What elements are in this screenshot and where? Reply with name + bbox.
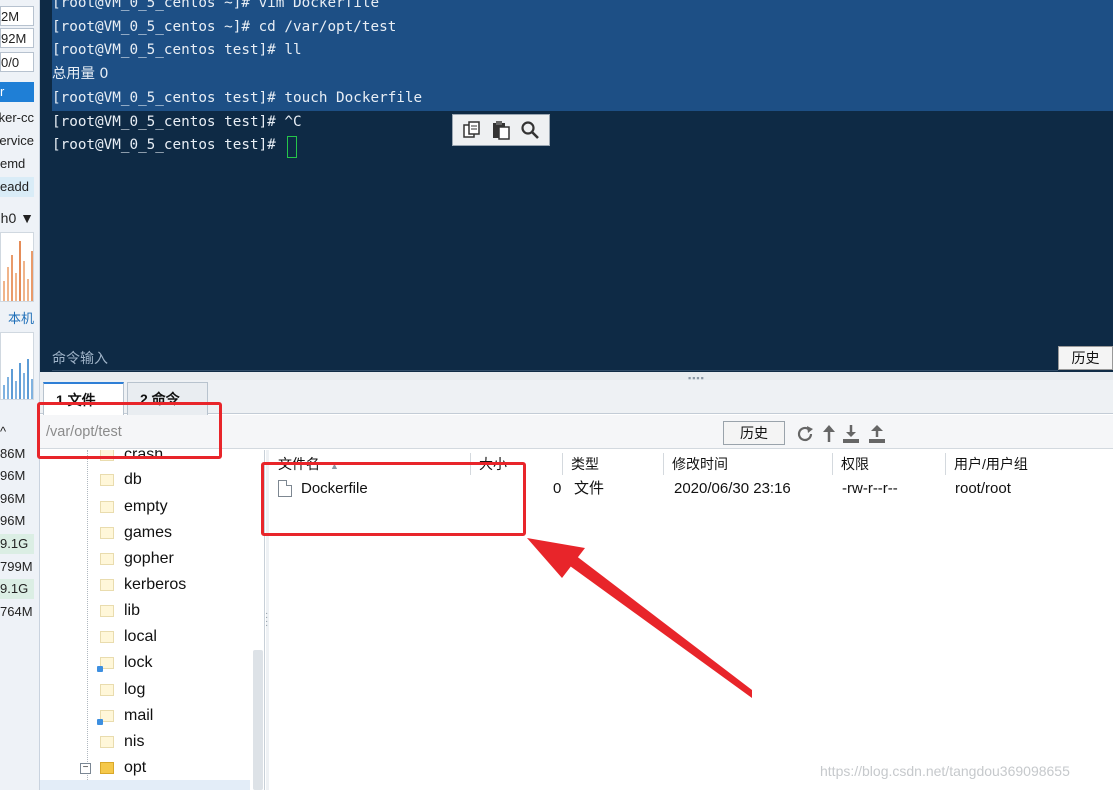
watermark: https://blog.csdn.net/tangdou369098655 [820,763,1070,779]
terminal-line: [root@VM_0_5_centos test]# touch Dockerf… [52,90,423,106]
tree-item[interactable]: mail [97,703,154,729]
terminal-line: [root@VM_0_5_centos ~]# vim Dockerfile [52,0,380,11]
file-size: 0 [553,480,562,497]
process-row[interactable]: ker-cc [0,108,34,128]
folder-icon [100,579,114,591]
tree-item[interactable]: empty [100,494,168,520]
disk-sparkline [0,332,34,400]
process-row[interactable]: emd [0,154,34,174]
folder-open-icon [100,762,114,774]
annotation-box-path [37,402,222,459]
folder-icon [100,474,114,486]
terminal-line: [root@VM_0_5_centos test]# [52,137,285,153]
disk-value: 96M [0,513,26,528]
tree-item[interactable]: lib [100,598,140,624]
tree-item-label: kerberos [124,576,187,593]
tree-item-label: log [124,681,146,698]
directory-tree[interactable]: crash db empty games gopher kerberos lib… [40,450,265,790]
tree-scrollbar[interactable] [253,650,263,790]
terminal-line: 总用量 0 [52,66,109,82]
folder-icon [100,736,114,748]
system-info-sidebar: 2M 92M 0/0 r ker-cc ervice emd eadd h0 ▼… [0,0,40,790]
disk-value: 96M [0,468,26,483]
folder-link-icon [97,710,114,725]
upload-icon[interactable] [867,424,887,444]
paste-icon[interactable] [488,118,514,142]
column-header-type[interactable]: 类型 [562,453,663,475]
tree-item-label: lib [124,602,141,619]
tree-item-label: games [124,524,173,541]
tree-item[interactable]: kerberos [100,572,186,598]
tree-selection [40,780,250,790]
disk-value: 96M [0,491,26,506]
folder-icon [100,684,114,696]
tree-item[interactable]: db [100,467,142,493]
command-history-button[interactable]: 历史 [1058,346,1113,370]
command-input[interactable]: 命令输入 [52,348,108,368]
column-header-owner[interactable]: 用户/用户组 [945,453,1113,475]
folder-icon [100,501,114,513]
tree-item[interactable]: nis [100,729,144,755]
tree-item-label: lock [124,654,153,671]
column-header-modified[interactable]: 修改时间 [663,453,832,475]
refresh-icon[interactable] [795,424,815,444]
pane-grip-icon[interactable]: · · · · [265,609,268,631]
disk-value: 799M [0,559,33,574]
annotation-box-file [261,462,526,536]
tree-item-label: gopher [124,550,174,567]
column-header-permissions[interactable]: 权限 [832,453,945,475]
tree-item[interactable]: local [100,624,157,650]
selection-toolbar [452,114,550,146]
disk-value: 9.1G [0,579,34,599]
tree-item-label: local [124,628,157,645]
process-row[interactable]: r [0,82,34,102]
tree-item-label: empty [124,498,168,515]
path-history-button[interactable]: 历史 [723,421,785,445]
tree-item[interactable]: games [100,520,172,546]
folder-icon [100,527,114,539]
local-label: 本机 [7,311,34,326]
terminal-line: [root@VM_0_5_centos test]# ^C [52,114,302,130]
panel-splitter[interactable]: ▪▪▪▪ [40,372,1113,383]
disk-value: 9.1G [0,534,34,554]
file-permissions: -rw-r--r-- [842,480,898,497]
disk-value: 86M [0,446,26,461]
tree-item-label: nis [124,733,145,750]
interface-dropdown[interactable]: h0 ▼ [0,208,34,228]
tree-item-label: db [124,471,142,488]
file-type: 文件 [574,480,605,497]
tree-item[interactable]: log [100,677,145,703]
sysinfo-value: 0/0 [0,52,34,72]
tree-item[interactable]: gopher [100,546,174,572]
folder-icon [100,553,114,565]
terminal-line: [root@VM_0_5_centos test]# ll [52,42,302,58]
tree-item-label: mail [124,707,154,724]
search-icon[interactable] [517,118,543,142]
terminal-cursor [287,136,297,158]
process-row[interactable]: eadd [0,177,34,197]
folder-link-icon [97,657,114,672]
up-icon[interactable] [819,424,839,444]
divider [52,370,1058,371]
network-sparkline [0,232,34,302]
file-modified: 2020/06/30 23:16 [674,480,791,497]
tree-item[interactable]: opt [100,755,146,781]
tree-item-label: opt [124,759,147,776]
disk-value: 764M [0,604,33,619]
disk-header: ^ [0,424,7,439]
tree-guide [87,450,88,790]
collapse-icon[interactable]: − [80,763,91,774]
sysinfo-value: 92M [0,28,34,48]
process-row[interactable]: ervice [0,131,34,151]
terminal[interactable]: [root@VM_0_5_centos ~]# vim Dockerfile [… [40,0,1113,372]
folder-icon [100,631,114,643]
sysinfo-value: 2M [0,6,34,26]
download-icon[interactable] [841,424,861,444]
tree-item[interactable]: lock [97,650,153,676]
copy-icon[interactable] [459,118,485,142]
folder-icon [100,605,114,617]
terminal-line: [root@VM_0_5_centos ~]# cd /var/opt/test [52,19,397,35]
file-owner: root/root [955,480,1011,497]
